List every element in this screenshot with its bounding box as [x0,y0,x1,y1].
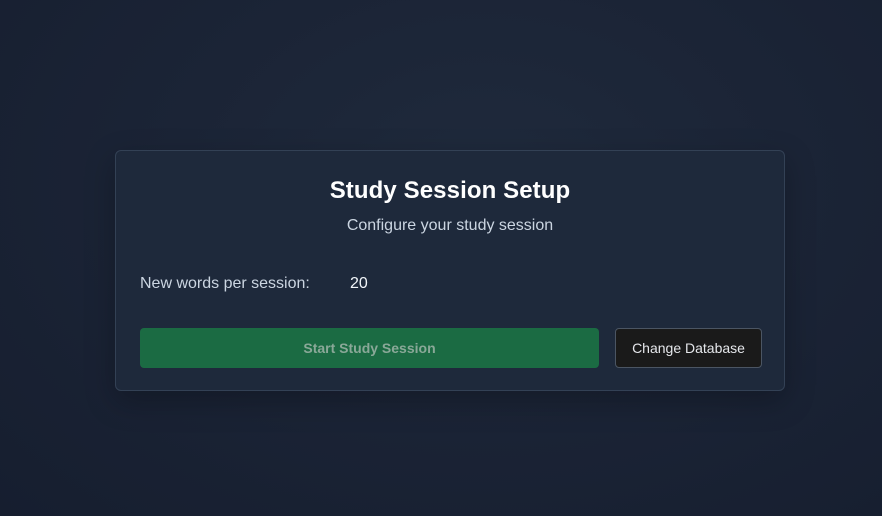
page-title: Study Session Setup [329,177,571,204]
new-words-setting: New words per session: 20 [140,275,368,293]
new-words-value: 20 [350,275,368,292]
page-subtitle: Configure your study session [346,217,554,234]
new-words-label: New words per session: [140,275,310,292]
session-setup-card: Study Session Setup Configure your study… [115,150,785,391]
change-database-button[interactable]: Change Database [615,328,762,368]
start-study-session-button[interactable]: Start Study Session [140,328,599,368]
